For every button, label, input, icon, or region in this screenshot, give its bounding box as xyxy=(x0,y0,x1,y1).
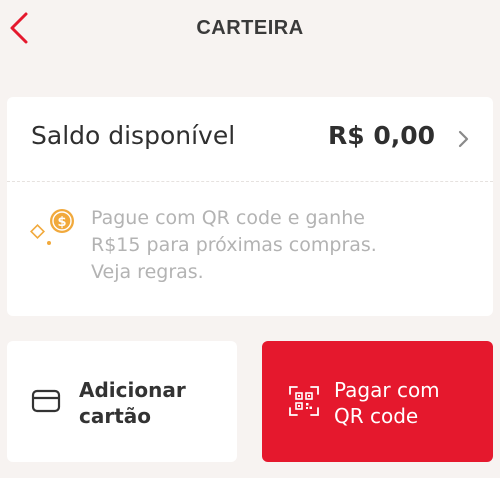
pay-qr-label-line1: Pagar com xyxy=(334,378,440,402)
svg-text:$: $ xyxy=(57,215,66,230)
promo-line: Pague com QR code e ganhe xyxy=(91,207,365,229)
qr-code-icon xyxy=(289,386,319,416)
balance-row[interactable]: Saldo disponível R$ 0,00 xyxy=(7,97,493,181)
add-card-label-line2: cartão xyxy=(79,404,152,428)
page-title: CARTEIRA xyxy=(196,17,304,39)
promo-rules-link[interactable]: Veja regras. xyxy=(91,259,471,286)
chevron-right-icon xyxy=(458,130,469,148)
credit-card-icon xyxy=(31,389,61,413)
add-card-button[interactable]: Adicionar cartão xyxy=(7,341,237,462)
wallet-card: Saldo disponível R$ 0,00 $ Pague com QR … xyxy=(7,97,493,316)
promo-text[interactable]: Pague com QR code e ganhe R$15 para próx… xyxy=(91,205,471,286)
add-card-label: Adicionar cartão xyxy=(79,377,186,429)
promo-line: R$15 para próximas compras. xyxy=(91,234,377,256)
add-card-label-line1: Adicionar xyxy=(79,378,186,402)
balance-label: Saldo disponível xyxy=(31,121,236,150)
divider xyxy=(7,181,493,182)
header: CARTEIRA xyxy=(0,0,500,62)
balance-value: R$ 0,00 xyxy=(327,121,435,150)
pay-qr-button[interactable]: Pagar com QR code xyxy=(262,341,493,462)
pay-qr-label: Pagar com QR code xyxy=(334,377,440,429)
coin-icon: $ xyxy=(30,209,74,245)
pay-qr-label-line2: QR code xyxy=(334,404,419,428)
